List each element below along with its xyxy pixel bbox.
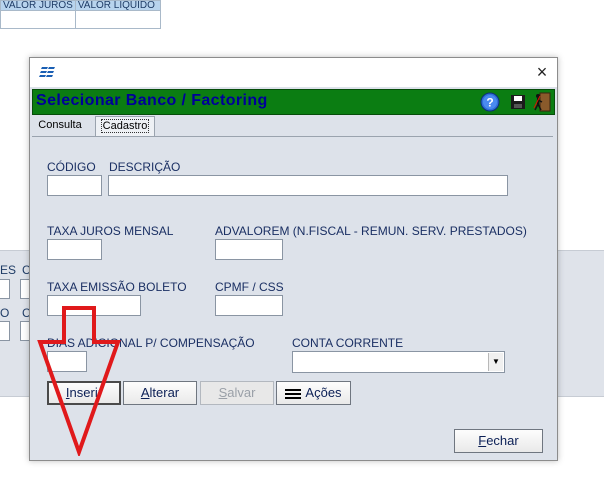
background-input[interactable] [0,279,10,299]
fechar-label: echar [486,433,519,448]
advalorem-label: ADVALOREM (N.FISCAL - REMUN. SERV. PREST… [215,224,527,238]
table-cell [0,10,76,29]
conta-corrente-select[interactable]: ▼ [292,351,505,373]
svg-text:?: ? [486,96,493,110]
background-label: ES [0,263,17,277]
chevron-down-icon[interactable]: ▼ [488,353,503,371]
dialog-title: Selecionar Banco / Factoring [36,92,268,109]
taxa-emissao-boleto-label: TAXA EMISSÃO BOLETO [47,280,187,294]
tab-consulta[interactable]: Consulta [32,116,88,135]
alterar-label: lterar [149,385,180,400]
window-titlebar[interactable]: × [30,58,557,87]
tab-divider [32,136,553,137]
column-header-valor-juros: VALOR JUROS [0,0,76,11]
exit-icon[interactable] [532,92,552,112]
acoes-button[interactable]: Ações [276,381,351,405]
tab-label: Cadastro [100,119,150,133]
cpmf-css-field[interactable] [215,295,283,316]
background-label: O [0,306,10,320]
salvar-accesskey: S [218,385,228,400]
taxa-juros-mensal-field[interactable] [47,239,102,260]
save-icon[interactable] [510,94,526,110]
tab-label: Consulta [38,119,82,131]
descricao-field[interactable] [108,175,508,196]
cpmf-css-label: CPMF / CSS [215,280,284,294]
table-cell [74,10,161,29]
fechar-accesskey: F [478,433,487,448]
conta-corrente-label: CONTA CORRENTE [292,336,404,350]
background-table: VALOR JUROS VALOR LÍQUIDO [0,0,161,29]
menu-icon [285,387,302,401]
salvar-button[interactable]: Salvar [200,381,274,405]
app-logo-icon [39,67,55,77]
alterar-accesskey: A [140,385,150,400]
close-icon[interactable]: × [527,58,557,87]
fechar-button[interactable]: Fechar [454,429,543,453]
background-input[interactable] [0,321,10,341]
acoes-label: Ações [305,385,342,400]
salvar-label: alvar [227,385,256,400]
codigo-label: CÓDIGO [47,160,96,174]
codigo-field[interactable] [47,175,102,196]
alterar-button[interactable]: Alterar [123,381,197,405]
advalorem-field[interactable] [215,239,283,260]
annotation-arrow-icon [37,306,121,456]
title-banner: Selecionar Banco / Factoring ? [32,89,555,115]
descricao-label: DESCRIÇÃO [109,160,181,174]
tab-cadastro[interactable]: Cadastro [95,116,155,136]
column-header-valor-liquido: VALOR LÍQUIDO [74,0,161,11]
taxa-juros-mensal-label: TAXA JUROS MENSAL [47,224,174,238]
help-icon[interactable]: ? [480,92,500,112]
